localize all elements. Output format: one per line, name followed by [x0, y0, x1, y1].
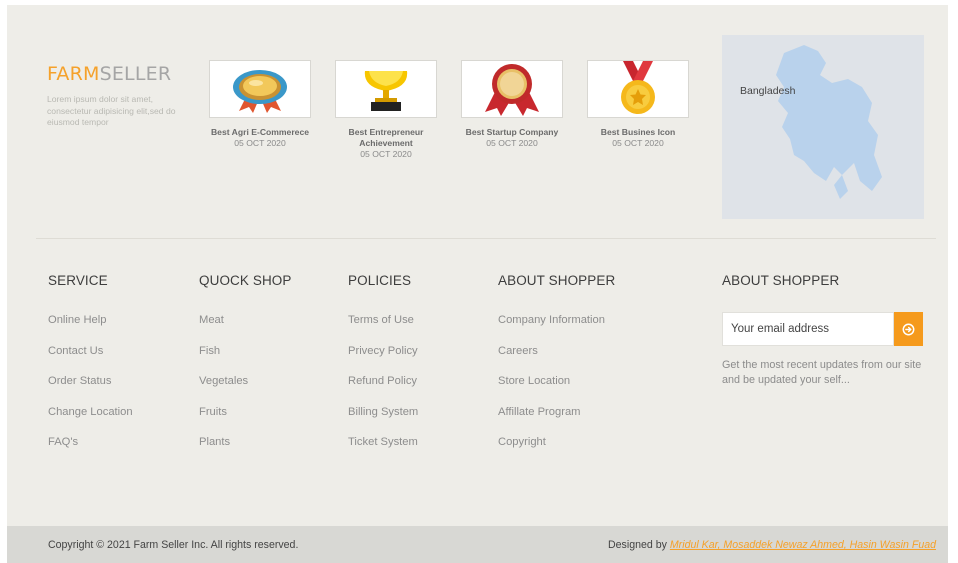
award-item: Best Startup Company 05 OCT 2020: [451, 60, 573, 149]
designers-link[interactable]: Mridul Kar, Mosaddek Newaz Ahmed, Hasin …: [670, 539, 936, 551]
footer-link[interactable]: Affillate Program: [498, 404, 615, 435]
bangladesh-map[interactable]: Bangladesh: [722, 35, 924, 219]
footer-link[interactable]: FAQ's: [48, 434, 133, 465]
column-title: POLICIES: [348, 273, 412, 288]
award-item: Best Busines Icon 05 OCT 2020: [577, 60, 699, 149]
footer-column-policies: POLICIES Terms of Use Privecy Policy Ref…: [348, 273, 418, 465]
footer-link[interactable]: Order Status: [48, 373, 133, 404]
award-image-box: [461, 60, 563, 118]
award-date: 05 OCT 2020: [234, 138, 286, 148]
newsletter-form: [722, 312, 923, 346]
footer-link[interactable]: Fish: [199, 343, 292, 374]
brand-description: Lorem ipsum dolor sit amet, consectetur …: [47, 94, 176, 127]
footer-link[interactable]: Online Help: [48, 312, 133, 343]
brand-logo[interactable]: FARMSELLER: [47, 63, 187, 85]
map-country-label: Bangladesh: [740, 85, 796, 97]
section-divider: [36, 238, 936, 239]
footer-link[interactable]: Copyright: [498, 434, 615, 465]
designed-by-label: Designed by: [608, 539, 670, 551]
footer-link[interactable]: Refund Policy: [348, 373, 418, 404]
award-image-box: [335, 60, 437, 118]
footer-link[interactable]: Careers: [498, 343, 615, 374]
footer-link[interactable]: Terms of Use: [348, 312, 418, 343]
footer-link[interactable]: Company Information: [498, 312, 615, 343]
ribbon-award-icon: [485, 64, 539, 116]
bottom-bar: Copyright © 2021 Farm Seller Inc. All ri…: [7, 526, 948, 563]
award-item: Best Agri E-Commerece 05 OCT 2020: [199, 60, 321, 149]
footer-column-about-shopper: ABOUT SHOPPER Company Information Career…: [498, 273, 615, 465]
newsletter-title: ABOUT SHOPPER: [722, 273, 840, 288]
award-date: 05 OCT 2020: [486, 138, 538, 148]
footer-link[interactable]: Plants: [199, 434, 292, 465]
brand-rest-text: SELLER: [99, 63, 172, 85]
brand-accent-text: FARM: [47, 63, 100, 85]
footer-link[interactable]: Contact Us: [48, 343, 133, 374]
medal-icon: [621, 61, 655, 114]
designed-by: Designed by Mridul Kar, Mosaddek Newaz A…: [608, 539, 936, 551]
column-title: SERVICE: [48, 273, 108, 288]
newsletter-description: Get the most recent updates from our sit…: [722, 359, 922, 386]
column-title: ABOUT SHOPPER: [498, 273, 616, 288]
email-input[interactable]: [722, 312, 894, 346]
award-image-box: [209, 60, 311, 118]
column-title: QUOCK SHOP: [199, 273, 292, 288]
award-image-box: [587, 60, 689, 118]
award-date: 05 OCT 2020: [612, 138, 664, 148]
footer-link[interactable]: Store Location: [498, 373, 615, 404]
award-item: Best Entrepreneur Achievement 05 OCT 202…: [325, 60, 447, 160]
column-links: Terms of Use Privecy Policy Refund Polic…: [348, 312, 418, 465]
award-title: Best Startup Company: [465, 127, 559, 137]
copyright-text: Copyright © 2021 Farm Seller Inc. All ri…: [48, 539, 299, 551]
award-date: 05 OCT 2020: [360, 149, 412, 159]
column-links: Company Information Careers Store Locati…: [498, 312, 615, 465]
footer: FARMSELLER Lorem ipsum dolor sit amet, c…: [7, 5, 948, 526]
footer-link[interactable]: Meat: [199, 312, 292, 343]
footer-link[interactable]: Privecy Policy: [348, 343, 418, 374]
footer-column-quick-shop: QUOCK SHOP Meat Fish Vegetales Fruits Pl…: [199, 273, 292, 465]
map-shape: [776, 45, 882, 199]
award-title: Best Agri E-Commerece: [210, 127, 310, 137]
footer-link[interactable]: Change Location: [48, 404, 133, 435]
footer-link[interactable]: Ticket System: [348, 434, 418, 465]
award-title: Best Entrepreneur Achievement: [348, 127, 424, 148]
column-links: Meat Fish Vegetales Fruits Plants: [199, 312, 292, 465]
footer-column-service: SERVICE Online Help Contact Us Order Sta…: [48, 273, 133, 465]
award-title: Best Busines Icon: [600, 127, 676, 137]
brand-block: FARMSELLER Lorem ipsum dolor sit amet, c…: [47, 63, 187, 129]
trophy-icon: [364, 71, 408, 111]
footer-link[interactable]: Vegetales: [199, 373, 292, 404]
footer-link[interactable]: Fruits: [199, 404, 292, 435]
newsletter-block: ABOUT SHOPPER Get the most recent update…: [722, 273, 924, 388]
column-links: Online Help Contact Us Order Status Chan…: [48, 312, 133, 465]
footer-link[interactable]: Billing System: [348, 404, 418, 435]
subscribe-button[interactable]: [894, 312, 923, 346]
rosette-badge-icon: [233, 70, 287, 113]
circle-arrow-right-icon: [902, 323, 915, 335]
